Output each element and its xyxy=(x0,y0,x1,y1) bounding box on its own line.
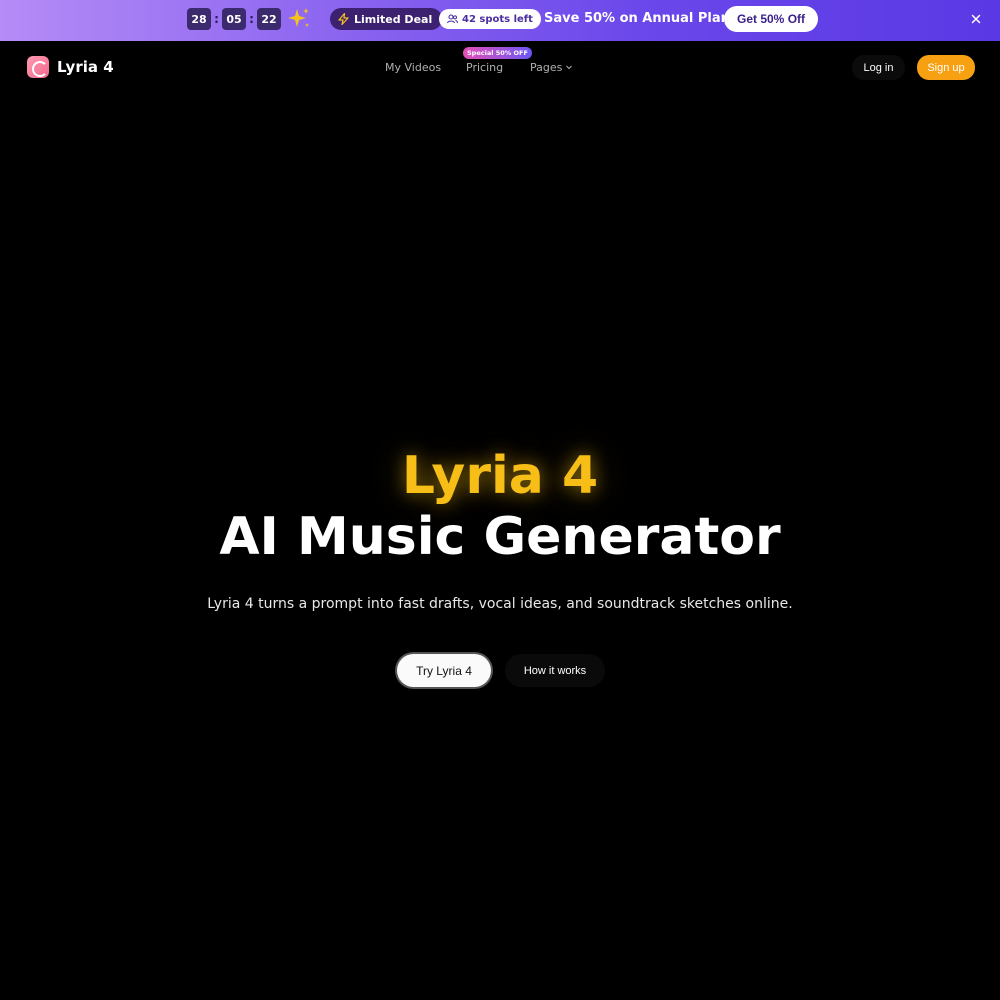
try-lyria-button[interactable]: Try Lyria 4 xyxy=(397,654,491,687)
how-it-works-button[interactable]: How it works xyxy=(505,654,605,687)
timer-separator: : xyxy=(249,12,254,26)
limited-deal-label: Limited Deal xyxy=(354,12,433,26)
bolt-icon xyxy=(338,13,349,25)
nav-link-my-videos[interactable]: My Videos xyxy=(385,61,441,74)
timer-hours: 28 xyxy=(187,8,211,30)
limited-deal-badge: Limited Deal xyxy=(330,8,443,30)
login-button[interactable]: Log in xyxy=(852,55,905,80)
get-50-off-button[interactable]: Get 50% Off xyxy=(724,6,819,32)
chevron-down-icon[interactable] xyxy=(565,63,573,71)
spots-left-label: 42 spots left xyxy=(462,13,533,25)
pricing-special-badge: Special 50% OFF xyxy=(463,47,532,59)
promo-headline: Save 50% on Annual Plans xyxy=(544,11,738,26)
hero-title: AI Music Generator xyxy=(219,507,781,567)
nav-link-pages[interactable]: Pages xyxy=(530,61,562,74)
spots-left-badge: 42 spots left xyxy=(439,9,541,29)
hero-brand-heading: Lyria 4 xyxy=(401,446,599,506)
brand-name[interactable]: Lyria 4 xyxy=(57,58,114,76)
sparkle-icon xyxy=(288,8,309,27)
top-nav: Lyria 4 My Videos Special 50% OFF Pricin… xyxy=(0,41,1000,93)
signup-button[interactable]: Sign up xyxy=(917,55,975,80)
hero-subtitle: Lyria 4 turns a prompt into fast drafts,… xyxy=(207,596,793,612)
timer-separator: : xyxy=(214,12,219,26)
logo-icon[interactable] xyxy=(27,56,49,78)
countdown-timer: 28 : 05 : 22 xyxy=(187,8,281,30)
promo-banner: 28 : 05 : 22 Limited Deal 42 spots left … xyxy=(0,0,1000,41)
timer-seconds: 22 xyxy=(257,8,281,30)
users-icon xyxy=(447,14,458,24)
nav-link-pricing[interactable]: Pricing xyxy=(466,61,503,74)
timer-minutes: 05 xyxy=(222,8,246,30)
close-icon[interactable] xyxy=(968,11,984,27)
